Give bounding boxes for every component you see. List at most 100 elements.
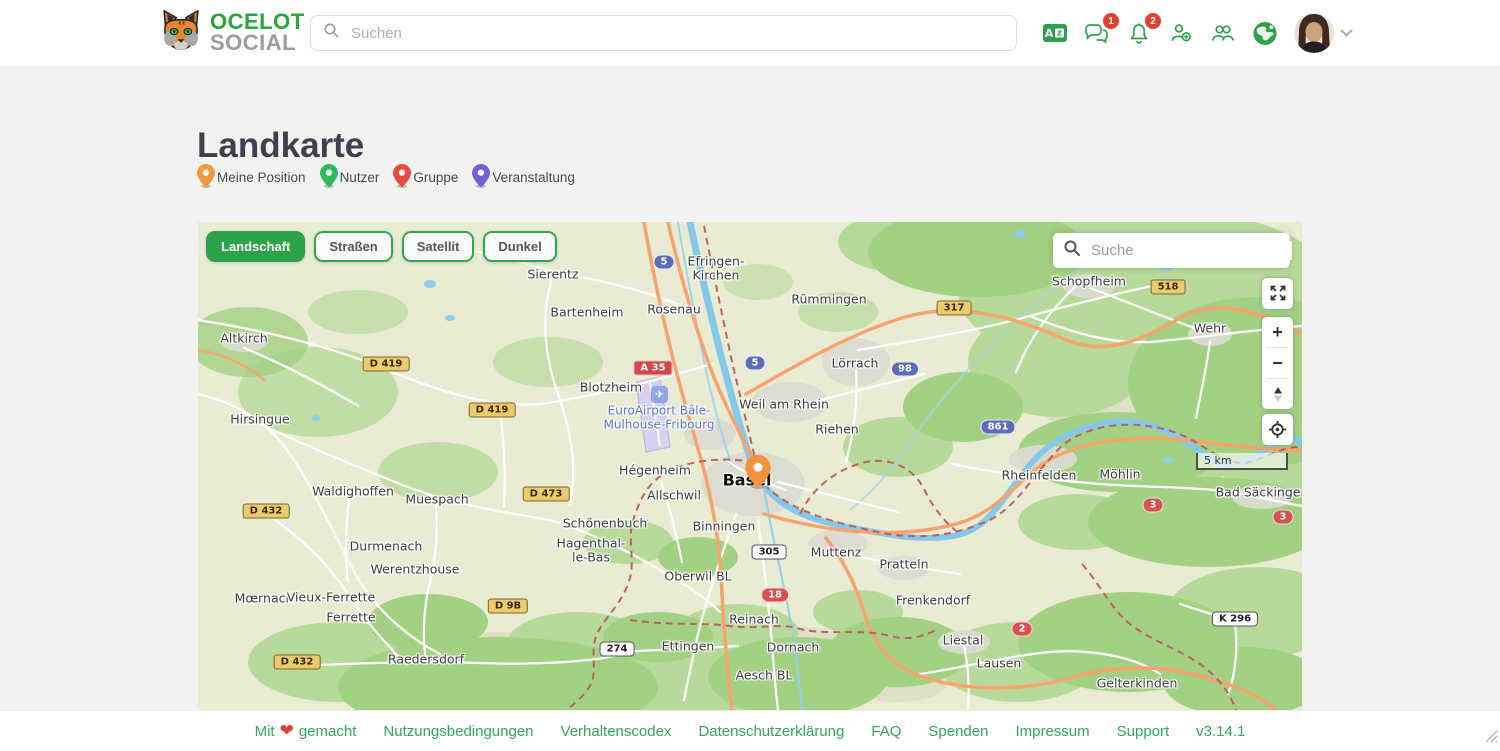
map-place-label: Schopfheim [1052, 274, 1126, 289]
chevron-down-icon [1340, 24, 1353, 42]
translate-icon[interactable]: Az [1042, 20, 1068, 46]
footer-link-impressum[interactable]: Impressum [1015, 723, 1089, 740]
map-place-label: Ettingen [662, 639, 715, 654]
notifications-badge: 2 [1145, 13, 1161, 29]
road-shield: D 432 [274, 655, 321, 670]
road-shield: A 35 [633, 361, 672, 376]
road-shield: 98 [891, 362, 919, 377]
svg-text:A: A [1045, 27, 1054, 40]
footer-link-verhaltenscodex[interactable]: Verhaltenscodex [561, 723, 672, 740]
globe-icon[interactable] [1252, 20, 1278, 46]
footer-link-nutzungsbedingungen[interactable]: Nutzungsbedingungen [383, 723, 533, 740]
map-place-label: Sierentz [527, 267, 578, 282]
map-place-label: Lausen [977, 656, 1022, 671]
map-place-label: Bad Säckingen [1216, 485, 1302, 500]
fullscreen-button[interactable] [1262, 278, 1293, 308]
legend-item-veranstaltung: Veranstaltung [472, 164, 575, 188]
map-place-label: Muespach [405, 492, 468, 507]
map-place-label: Riehen [815, 422, 858, 437]
footer-link-spenden[interactable]: Spenden [928, 723, 988, 740]
map-place-label: Hagenthal- le-Bas [556, 537, 625, 566]
map-style-button-dunkel[interactable]: Dunkel [483, 231, 556, 262]
road-shield: 3 [1143, 498, 1164, 513]
top-header: OCELOT SOCIAL Az 1 2 [0, 0, 1500, 67]
road-shield: 3 [1273, 510, 1294, 525]
map-place-label: Pratteln [879, 557, 928, 572]
map-place-label: Lörrach [832, 356, 879, 371]
footer-version: v3.14.1 [1196, 723, 1245, 740]
road-shield: D 419 [363, 357, 410, 372]
map-place-label: Wehr [1194, 321, 1226, 336]
ocelot-cat-icon [158, 8, 204, 57]
map-place-label: Liestal [943, 633, 984, 648]
landkarte-page: { "colors":{"accent_green":"#2ea24a","ba… [0, 0, 1500, 750]
footer-link-made[interactable]: Mit ❤ gemacht [255, 721, 357, 741]
map-place-label: Binningen [693, 519, 756, 534]
map-place-label: Weil am Rhein [739, 397, 829, 412]
page-title: Landkarte [197, 126, 364, 166]
airport-icon: ✈ [651, 386, 668, 403]
road-shield: 861 [981, 420, 1016, 435]
road-shield: 5 [654, 255, 675, 270]
meine-position-marker[interactable] [745, 455, 771, 494]
header-icon-row: Az 1 2 [1042, 0, 1353, 66]
bell-icon[interactable]: 2 [1126, 20, 1152, 46]
legend-item-gruppe: Gruppe [393, 164, 458, 188]
logo-wordmark: OCELOT SOCIAL [210, 12, 305, 52]
legend-item-meine-position: Meine Position [197, 164, 306, 188]
road-shield: 2 [1012, 622, 1033, 637]
road-shield: 5 [745, 356, 766, 371]
zoom-out-button[interactable]: − [1262, 348, 1293, 378]
road-shield: 317 [937, 301, 972, 316]
road-shield: D 419 [469, 403, 516, 418]
compass-button[interactable] [1262, 379, 1293, 409]
geolocate-button[interactable] [1262, 414, 1293, 444]
map-place-label: Reinach [729, 612, 779, 627]
footer-link-faq[interactable]: FAQ [871, 723, 901, 740]
map-place-label: Möhlin [1099, 467, 1140, 482]
map-place-label: Allschwil [647, 488, 701, 503]
map-place-label: Muttenz [811, 545, 862, 560]
map-style-button-landschaft[interactable]: Landschaft [206, 231, 305, 262]
map-place-label: Mœrnach [235, 591, 294, 606]
map-place-label: Dornach [767, 640, 820, 655]
map-place-label: Rosenau [647, 302, 700, 317]
svg-text:z: z [1057, 29, 1062, 39]
zoom-in-button[interactable]: + [1262, 317, 1293, 347]
map-place-label: Bartenheim [550, 305, 623, 320]
legend-item-nutzer: Nutzer [320, 164, 380, 188]
road-shield: 274 [600, 642, 635, 657]
map-place-label: Vieux-Ferrette [287, 590, 375, 605]
road-shield: D 473 [523, 487, 570, 502]
made-suffix: gemacht [299, 723, 357, 740]
map-place-label: Werentzhouse [371, 562, 460, 577]
chat-badge: 1 [1103, 13, 1119, 29]
footer-link-support[interactable]: Support [1117, 723, 1170, 740]
map-style-button-satellit[interactable]: Satellit [402, 231, 475, 262]
road-shield: D 9B [488, 599, 528, 614]
map-style-switcher: Landschaft Straßen Satellit Dunkel [206, 231, 557, 262]
ocelot-logo[interactable]: OCELOT SOCIAL [158, 8, 305, 57]
map-legend: Meine Position Nutzer Gruppe Veranstaltung [197, 164, 575, 188]
map-place-label: Frenkendorf [896, 593, 970, 608]
heart-icon: ❤ [280, 721, 294, 741]
footer-link-datenschutzerkl-rung[interactable]: Datenschutzerklärung [698, 723, 844, 740]
map-place-label: Altkirch [220, 331, 267, 346]
group-icon[interactable] [1210, 20, 1236, 46]
user-menu[interactable] [1294, 13, 1353, 53]
map-scale: 5 km [1196, 453, 1288, 470]
map-search-input[interactable] [1089, 241, 1292, 260]
road-shield: 305 [752, 545, 787, 560]
map-place-label: Efringen- Kirchen [688, 255, 745, 284]
add-user-icon[interactable] [1168, 20, 1194, 46]
map-place-label: Aesch BL [736, 668, 793, 683]
header-search [310, 15, 1017, 51]
footer-nav: Mit ❤ gemacht Nutzungsbedingungen Verhalt… [0, 711, 1500, 751]
road-shield: 518 [1151, 280, 1186, 295]
resize-handle-icon[interactable] [1485, 730, 1498, 748]
header-search-input[interactable] [349, 24, 1004, 43]
map-style-button-stra-en[interactable]: Straßen [314, 231, 392, 262]
chat-icon[interactable]: 1 [1084, 20, 1110, 46]
avatar[interactable] [1294, 13, 1334, 53]
map-canvas[interactable]: ✈ Sierentz Bartenheim Rosenau Efringen- Kir… [198, 222, 1302, 710]
